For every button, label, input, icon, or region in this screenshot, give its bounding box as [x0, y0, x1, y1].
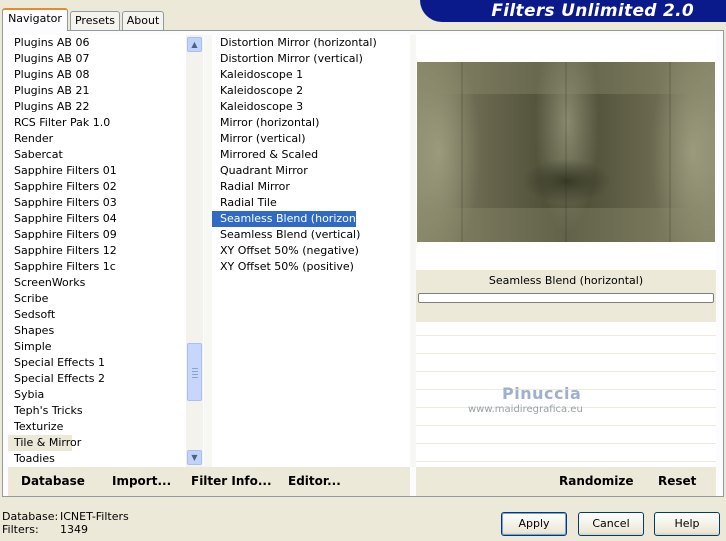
category-item[interactable]: Sabercat [8, 147, 186, 163]
filter-item[interactable]: Mirror (vertical) [212, 131, 410, 147]
chevron-down-icon: ▼ [191, 453, 198, 462]
category-item[interactable]: Render [8, 131, 186, 147]
chevron-up-icon: ▲ [191, 40, 198, 49]
database-button[interactable]: Database [21, 467, 85, 496]
category-item[interactable]: Texturize [8, 419, 186, 435]
category-item[interactable]: Sapphire Filters 12 [8, 243, 186, 259]
preview-image [417, 62, 715, 242]
category-list[interactable]: Plugins AB 06 Plugins AB 07 Plugins AB 08 P… [8, 35, 186, 467]
randomize-button[interactable]: Randomize [559, 467, 633, 496]
filter-item[interactable]: Mirror (horizontal) [212, 115, 410, 131]
grip-icon [192, 368, 198, 369]
divider [204, 35, 212, 467]
preview-seam [565, 62, 567, 242]
category-item[interactable]: Plugins AB 21 [8, 83, 186, 99]
category-item[interactable]: Sapphire Filters 03 [8, 195, 186, 211]
category-item[interactable]: Sapphire Filters 04 [8, 211, 186, 227]
category-scrollbar[interactable]: ▲ ▼ [186, 35, 203, 467]
parameter-row [416, 358, 716, 372]
scroll-down-button[interactable]: ▼ [187, 450, 202, 465]
category-item[interactable]: Simple [8, 339, 186, 355]
parameter-row [416, 340, 716, 354]
category-item[interactable]: Sedsoft [8, 307, 186, 323]
category-item[interactable]: Tile & Mirror [8, 435, 81, 451]
status-info: Database: ICNET-Filters Filters: 1349 [2, 510, 129, 536]
filter-item[interactable]: Distortion Mirror (horizontal) [212, 35, 410, 51]
progress-bar [418, 293, 714, 303]
import-button[interactable]: Import... [112, 467, 171, 496]
filter-item[interactable]: Radial Tile [212, 195, 410, 211]
filter-item[interactable]: XY Offset 50% (positive) [212, 259, 410, 275]
filter-list[interactable]: Distortion Mirror (horizontal) Distortion… [212, 35, 410, 467]
scroll-up-button[interactable]: ▲ [187, 37, 202, 52]
watermark-name: Pinuccia [502, 384, 582, 403]
category-item[interactable]: Teph's Tricks [8, 403, 186, 419]
watermark-url: www.maidiregrafica.eu [468, 404, 583, 415]
category-item[interactable]: Toadies [8, 451, 186, 467]
selected-filter-name: Seamless Blend (horizontal) [416, 270, 716, 292]
grip-icon [192, 374, 198, 375]
editor-button[interactable]: Editor... [288, 467, 341, 496]
parameter-row [416, 430, 716, 444]
category-item[interactable]: Sybia [8, 387, 186, 403]
category-item[interactable]: Shapes [8, 323, 186, 339]
filter-item[interactable]: Distortion Mirror (vertical) [212, 51, 410, 67]
filters-count: 1349 [60, 523, 88, 536]
grip-icon [192, 371, 198, 372]
app-title: Filters Unlimited 2.0 [491, 1, 694, 21]
category-item[interactable]: RCS Filter Pak 1.0 [8, 115, 186, 131]
filter-item[interactable]: Kaleidoscope 2 [212, 83, 410, 99]
category-item[interactable]: Plugins AB 06 [8, 35, 186, 51]
database-value: ICNET-Filters [60, 510, 129, 523]
right-action-bar: Randomize Reset [416, 467, 716, 496]
filter-item[interactable]: Kaleidoscope 1 [212, 67, 410, 83]
reset-button[interactable]: Reset [658, 467, 696, 496]
category-item[interactable]: Special Effects 1 [8, 355, 186, 371]
filter-item[interactable]: Seamless Blend (vertical) [212, 227, 410, 243]
category-item[interactable]: Sapphire Filters 02 [8, 179, 186, 195]
tab-navigator[interactable]: Navigator [2, 8, 68, 31]
filters-label: Filters: [2, 523, 39, 536]
category-item[interactable]: Sapphire Filters 09 [8, 227, 186, 243]
category-item[interactable]: Sapphire Filters 01 [8, 163, 186, 179]
parameter-row [416, 322, 716, 336]
category-item[interactable]: Special Effects 2 [8, 371, 186, 387]
filter-item[interactable]: Quadrant Mirror [212, 163, 410, 179]
category-item[interactable]: Scribe [8, 291, 186, 307]
help-button[interactable]: Help [654, 512, 720, 536]
grip-icon [192, 377, 198, 378]
preview-seam [461, 62, 463, 242]
category-item[interactable]: ScreenWorks [8, 275, 186, 291]
left-action-bar: Database Import... Filter Info... Editor… [8, 467, 410, 496]
filter-item[interactable]: Kaleidoscope 3 [212, 99, 410, 115]
preview-area: Seamless Blend (horizontal) Pinuccia www… [416, 35, 716, 467]
parameter-row [416, 448, 716, 462]
category-item[interactable]: Plugins AB 07 [8, 51, 186, 67]
cancel-button[interactable]: Cancel [578, 512, 644, 536]
filter-item[interactable]: XY Offset 50% (negative) [212, 243, 410, 259]
progress-area [416, 292, 716, 322]
category-item[interactable]: Plugins AB 22 [8, 99, 186, 115]
title-banner: Filters Unlimited 2.0 [420, 0, 726, 22]
apply-button[interactable]: Apply [501, 512, 567, 536]
filter-item[interactable]: Radial Mirror [212, 179, 410, 195]
category-item[interactable]: Plugins AB 08 [8, 67, 186, 83]
tab-presets[interactable]: Presets [70, 11, 120, 30]
filter-item[interactable]: Seamless Blend (horizontal) [212, 211, 374, 227]
tab-about[interactable]: About [122, 11, 164, 30]
filter-info-button[interactable]: Filter Info... [191, 467, 272, 496]
scrollbar-thumb[interactable] [187, 343, 202, 401]
preview-seam [669, 62, 671, 242]
database-label: Database: [2, 510, 59, 523]
filter-item[interactable]: Mirrored & Scaled [212, 147, 410, 163]
category-item[interactable]: Sapphire Filters 1c [8, 259, 186, 275]
